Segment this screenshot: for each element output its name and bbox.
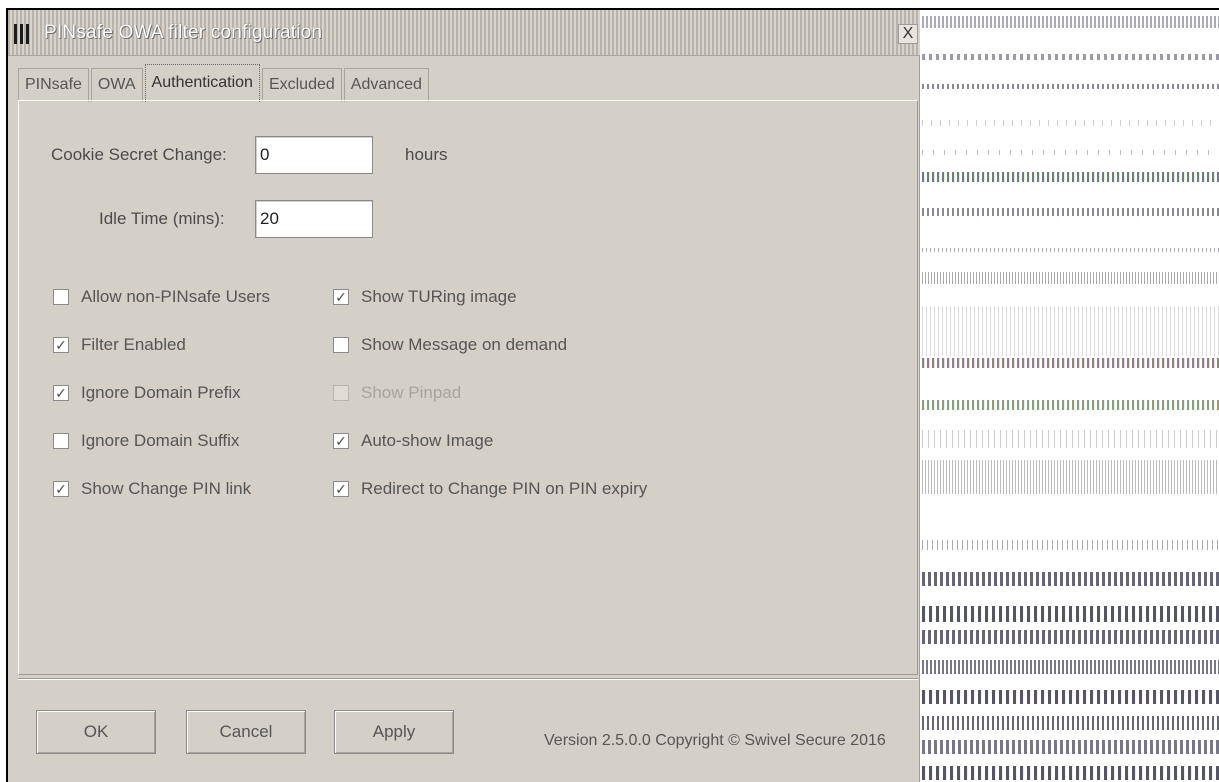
background-noise: [922, 10, 1219, 782]
checkbox-box[interactable]: ✓: [53, 337, 69, 353]
version-text: Version 2.5.0.0 Copyright © Swivel Secur…: [544, 732, 886, 749]
tab-bar: PINsafe OWA Authentication Excluded Adva…: [18, 62, 431, 102]
checkbox-box[interactable]: [333, 337, 349, 353]
ignore-domain-suffix-checkbox[interactable]: Ignore Domain Suffix: [53, 431, 239, 451]
divider: [18, 678, 918, 680]
title-bar[interactable]: PINsafe OWA filter configuration X: [8, 10, 920, 56]
idle-time-input[interactable]: [255, 200, 373, 238]
checkbox-label: Ignore Domain Prefix: [81, 383, 241, 402]
checkbox-label: Filter Enabled: [81, 335, 186, 354]
show-pinpad-checkbox: Show Pinpad: [333, 383, 461, 403]
tab-excluded[interactable]: Excluded: [261, 68, 342, 102]
checkbox-label: Auto-show Image: [361, 431, 494, 450]
filter-enabled-checkbox[interactable]: ✓ Filter Enabled: [53, 335, 186, 355]
close-button[interactable]: X: [898, 24, 918, 44]
checkbox-box[interactable]: [53, 289, 69, 305]
show-turing-image-checkbox[interactable]: ✓ Show TURing image: [333, 287, 517, 307]
checkbox-box[interactable]: ✓: [333, 433, 349, 449]
ignore-domain-prefix-checkbox[interactable]: ✓ Ignore Domain Prefix: [53, 383, 241, 403]
cookie-secret-input[interactable]: [255, 136, 373, 174]
ok-button[interactable]: OK: [36, 710, 156, 754]
tab-owa[interactable]: OWA: [90, 68, 143, 102]
checkbox-label: Ignore Domain Suffix: [81, 431, 240, 450]
checkbox-box[interactable]: ✓: [53, 385, 69, 401]
cookie-secret-label: Cookie Secret Change:: [51, 145, 227, 164]
authentication-panel: Cookie Secret Change: hours Idle Time (m…: [18, 100, 918, 675]
window-title: PINsafe OWA filter configuration: [44, 22, 323, 43]
checkbox-label: Show Message on demand: [361, 335, 568, 354]
checkbox-box[interactable]: ✓: [333, 289, 349, 305]
app-icon: [12, 22, 36, 46]
cancel-button[interactable]: Cancel: [186, 710, 306, 754]
idle-time-label: Idle Time (mins):: [99, 209, 225, 228]
checkbox-label: Allow non-PINsafe Users: [81, 287, 270, 306]
checkbox-label: Redirect to Change PIN on PIN expiry: [361, 479, 648, 498]
tab-authentication[interactable]: Authentication: [144, 64, 260, 102]
checkbox-box[interactable]: [53, 433, 69, 449]
checkbox-label: Show Change PIN link: [81, 479, 252, 498]
checkbox-box[interactable]: ✓: [53, 481, 69, 497]
tab-pinsafe[interactable]: PINsafe: [18, 68, 89, 102]
checkbox-box[interactable]: ✓: [333, 481, 349, 497]
allow-non-pinsafe-checkbox[interactable]: Allow non-PINsafe Users: [53, 287, 270, 307]
cookie-secret-unit: hours: [405, 145, 448, 164]
show-message-on-demand-checkbox[interactable]: Show Message on demand: [333, 335, 567, 355]
apply-button[interactable]: Apply: [334, 710, 454, 754]
auto-show-image-checkbox[interactable]: ✓ Auto-show Image: [333, 431, 493, 451]
show-change-pin-link-checkbox[interactable]: ✓ Show Change PIN link: [53, 479, 251, 499]
checkbox-box: [333, 385, 349, 401]
checkbox-label: Show Pinpad: [361, 383, 462, 402]
redirect-change-pin-checkbox[interactable]: ✓ Redirect to Change PIN on PIN expiry: [333, 479, 647, 499]
config-dialog: PINsafe OWA filter configuration X PINsa…: [8, 10, 920, 782]
checkbox-label: Show TURing image: [361, 287, 517, 306]
tab-advanced[interactable]: Advanced: [343, 68, 429, 102]
